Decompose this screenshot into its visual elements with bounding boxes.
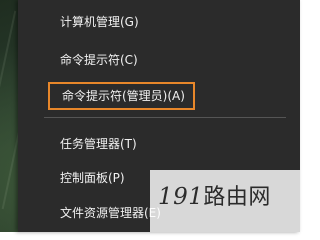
- menu-item-command-prompt-admin[interactable]: 命令提示符(管理员)(A): [48, 82, 195, 110]
- menu-item-command-prompt[interactable]: 命令提示符(C): [60, 49, 138, 71]
- menu-item-computer-management[interactable]: 计算机管理(G): [60, 11, 139, 33]
- menu-item-control-panel[interactable]: 控制面板(P): [60, 167, 125, 189]
- menu-item-task-manager[interactable]: 任务管理器(T): [60, 133, 137, 155]
- menu-item-file-explorer[interactable]: 文件资源管理器(E): [60, 202, 161, 224]
- watermark-logo: 191路由网: [158, 182, 271, 213]
- wallpaper-streak: [0, 10, 17, 90]
- menu-separator: [44, 117, 286, 118]
- watermark-digits: 191: [158, 184, 204, 210]
- watermark-text: 路由网: [203, 185, 271, 210]
